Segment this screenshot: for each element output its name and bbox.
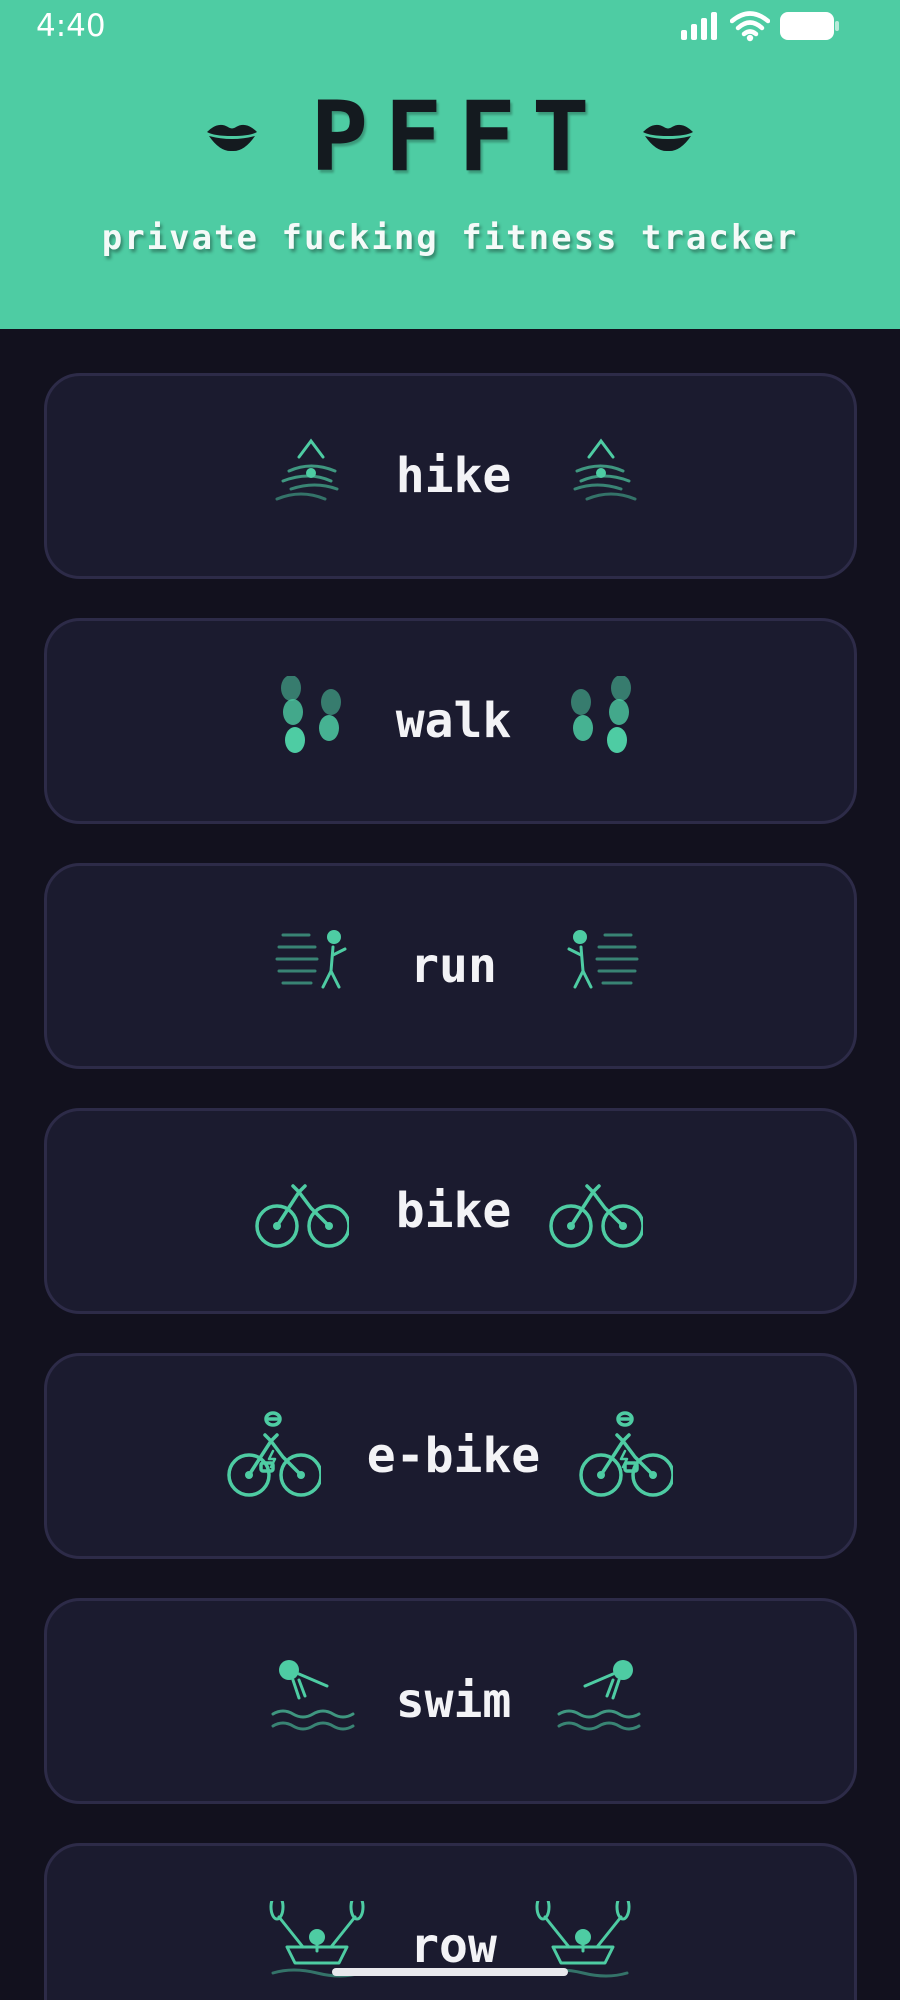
signal-icon [681,12,717,40]
footprints-icon [571,676,631,753]
title-row: PFFT [0,82,900,192]
status-bar: 4:40 [0,0,900,50]
activity-card-e-bike[interactable]: e-bike [44,1353,857,1559]
bicycle-icon [549,1184,643,1248]
activity-label: e-bike [366,1428,541,1484]
e-bike-icon [579,1411,673,1497]
status-icons [680,10,840,42]
activity-card-run[interactable]: run [44,863,857,1069]
app-title: PFFT [310,81,606,193]
status-time: 4:40 [36,8,106,44]
lips-icon [207,124,258,152]
activity-card-hike[interactable]: hike [44,373,857,579]
activity-card-walk[interactable]: walk [44,618,857,824]
activity-label: swim [395,1673,512,1729]
battery-icon [780,12,839,40]
activity-label: hike [395,448,512,504]
activity-label: row [410,1918,497,1974]
app-header: 4:40 PFFT private fucking fitness tracke… [0,0,900,329]
lips-icon [642,124,693,152]
activity-label: bike [395,1183,512,1239]
swimmer-icon [557,1660,641,1731]
activity-label: walk [395,693,512,749]
rowing-icon [535,1901,631,1978]
activity-card-bike[interactable]: bike [44,1108,857,1314]
activity-card-swim[interactable]: swim [44,1598,857,1804]
home-indicator[interactable] [332,1968,568,1976]
app-subtitle: private fucking fitness tracker [101,218,799,258]
runner-icon [567,930,639,989]
hike-icon [573,438,637,501]
activity-card-row[interactable]: row [44,1843,857,2000]
activity-label: run [410,938,497,994]
wifi-icon [730,11,770,42]
